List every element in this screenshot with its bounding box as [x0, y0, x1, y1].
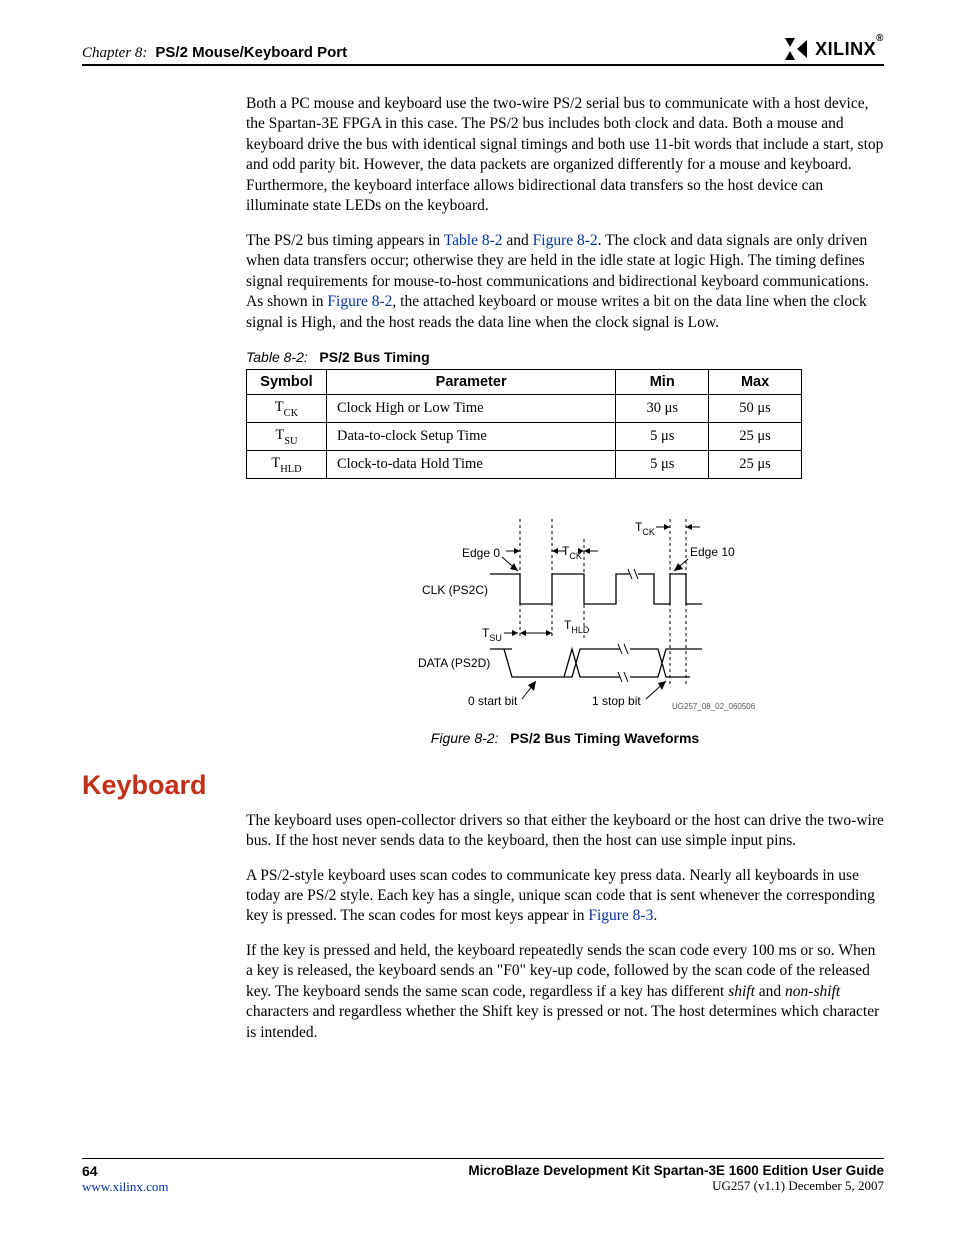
chapter-label: Chapter 8: — [82, 45, 147, 61]
label-stop-bit: 1 stop bit — [592, 694, 641, 708]
page-header: Chapter 8: PS/2 Mouse/Keyboard Port XILI… — [82, 38, 884, 66]
page-number: 64 — [82, 1163, 169, 1179]
keyboard-body: The keyboard uses open-collector drivers… — [246, 811, 884, 1044]
xref-figure-8-3[interactable]: Figure 8-3 — [588, 907, 653, 924]
cell-parameter: Data-to-clock Setup Time — [326, 422, 615, 450]
col-min: Min — [616, 369, 709, 394]
chapter-title: PS/2 Mouse/Keyboard Port — [155, 44, 347, 61]
label-start-bit: 0 start bit — [468, 694, 518, 708]
col-max: Max — [709, 369, 802, 394]
col-parameter: Parameter — [326, 369, 615, 394]
cell-min: 5 μs — [616, 450, 709, 478]
cell-max: 50 μs — [709, 394, 802, 422]
cell-max: 25 μs — [709, 422, 802, 450]
xref-table-8-2[interactable]: Table 8-2 — [444, 232, 503, 249]
italic-shift: shift — [728, 983, 755, 1000]
table-row: THLD Clock-to-data Hold Time 5 μs 25 μs — [247, 450, 802, 478]
cell-symbol: TSU — [247, 422, 327, 450]
table-header-row: Symbol Parameter Min Max — [247, 369, 802, 394]
label-edge10: Edge 10 — [690, 545, 735, 559]
label-edge0: Edge 0 — [462, 546, 500, 560]
xilinx-logo-icon — [785, 38, 811, 60]
cell-symbol: TCK — [247, 394, 327, 422]
footer-url[interactable]: www.xilinx.com — [82, 1179, 169, 1195]
timing-waveform-figure: TCK TCK Edge 0 Edge 10 CLK (PS2C) TSU TH… — [246, 509, 884, 724]
xilinx-logo: XILINX® — [785, 38, 884, 62]
paragraph-keyboard-3: If the key is pressed and held, the keyb… — [246, 941, 884, 1043]
paragraph-intro: Both a PC mouse and keyboard use the two… — [246, 94, 884, 217]
diagram-id: UG257_08_02_060506 — [672, 702, 756, 711]
guide-title: MicroBlaze Development Kit Spartan-3E 16… — [468, 1163, 884, 1178]
label-data: DATA (PS2D) — [418, 656, 490, 670]
page-footer: 64 www.xilinx.com MicroBlaze Development… — [82, 1158, 884, 1195]
label-thld: THLD — [564, 618, 590, 635]
xref-figure-8-2[interactable]: Figure 8-2 — [533, 232, 598, 249]
logo-text: XILINX® — [815, 39, 884, 60]
paragraph-keyboard-1: The keyboard uses open-collector drivers… — [246, 811, 884, 852]
paragraph-timing-intro: The PS/2 bus timing appears in Table 8-2… — [246, 231, 884, 333]
cell-max: 25 μs — [709, 450, 802, 478]
cell-min: 30 μs — [616, 394, 709, 422]
cell-parameter: Clock High or Low Time — [326, 394, 615, 422]
cell-symbol: THLD — [247, 450, 327, 478]
paragraph-keyboard-2: A PS/2-style keyboard uses scan codes to… — [246, 866, 884, 927]
table-row: TCK Clock High or Low Time 30 μs 50 μs — [247, 394, 802, 422]
col-symbol: Symbol — [247, 369, 327, 394]
chapter-heading: Chapter 8: PS/2 Mouse/Keyboard Port — [82, 44, 347, 62]
table-row: TSU Data-to-clock Setup Time 5 μs 25 μs — [247, 422, 802, 450]
figure-caption: Figure 8-2: PS/2 Bus Timing Waveforms — [246, 730, 884, 746]
timing-waveform-svg: TCK TCK Edge 0 Edge 10 CLK (PS2C) TSU TH… — [370, 509, 760, 719]
ps2-bus-timing-table: Symbol Parameter Min Max TCK Clock High … — [246, 369, 802, 479]
cell-parameter: Clock-to-data Hold Time — [326, 450, 615, 478]
cell-min: 5 μs — [616, 422, 709, 450]
label-tck-top: TCK — [635, 520, 655, 537]
doc-version: UG257 (v1.1) December 5, 2007 — [468, 1178, 884, 1194]
xref-figure-8-2-b[interactable]: Figure 8-2 — [327, 293, 392, 310]
section-heading-keyboard: Keyboard — [82, 770, 884, 801]
body-column: Both a PC mouse and keyboard use the two… — [246, 94, 884, 746]
label-tck: TCK — [562, 544, 582, 561]
table-caption: Table 8-2: PS/2 Bus Timing — [246, 349, 884, 365]
label-clk: CLK (PS2C) — [422, 583, 488, 597]
italic-nonshift: non-shift — [785, 983, 840, 1000]
label-tsu: TSU — [482, 626, 502, 643]
